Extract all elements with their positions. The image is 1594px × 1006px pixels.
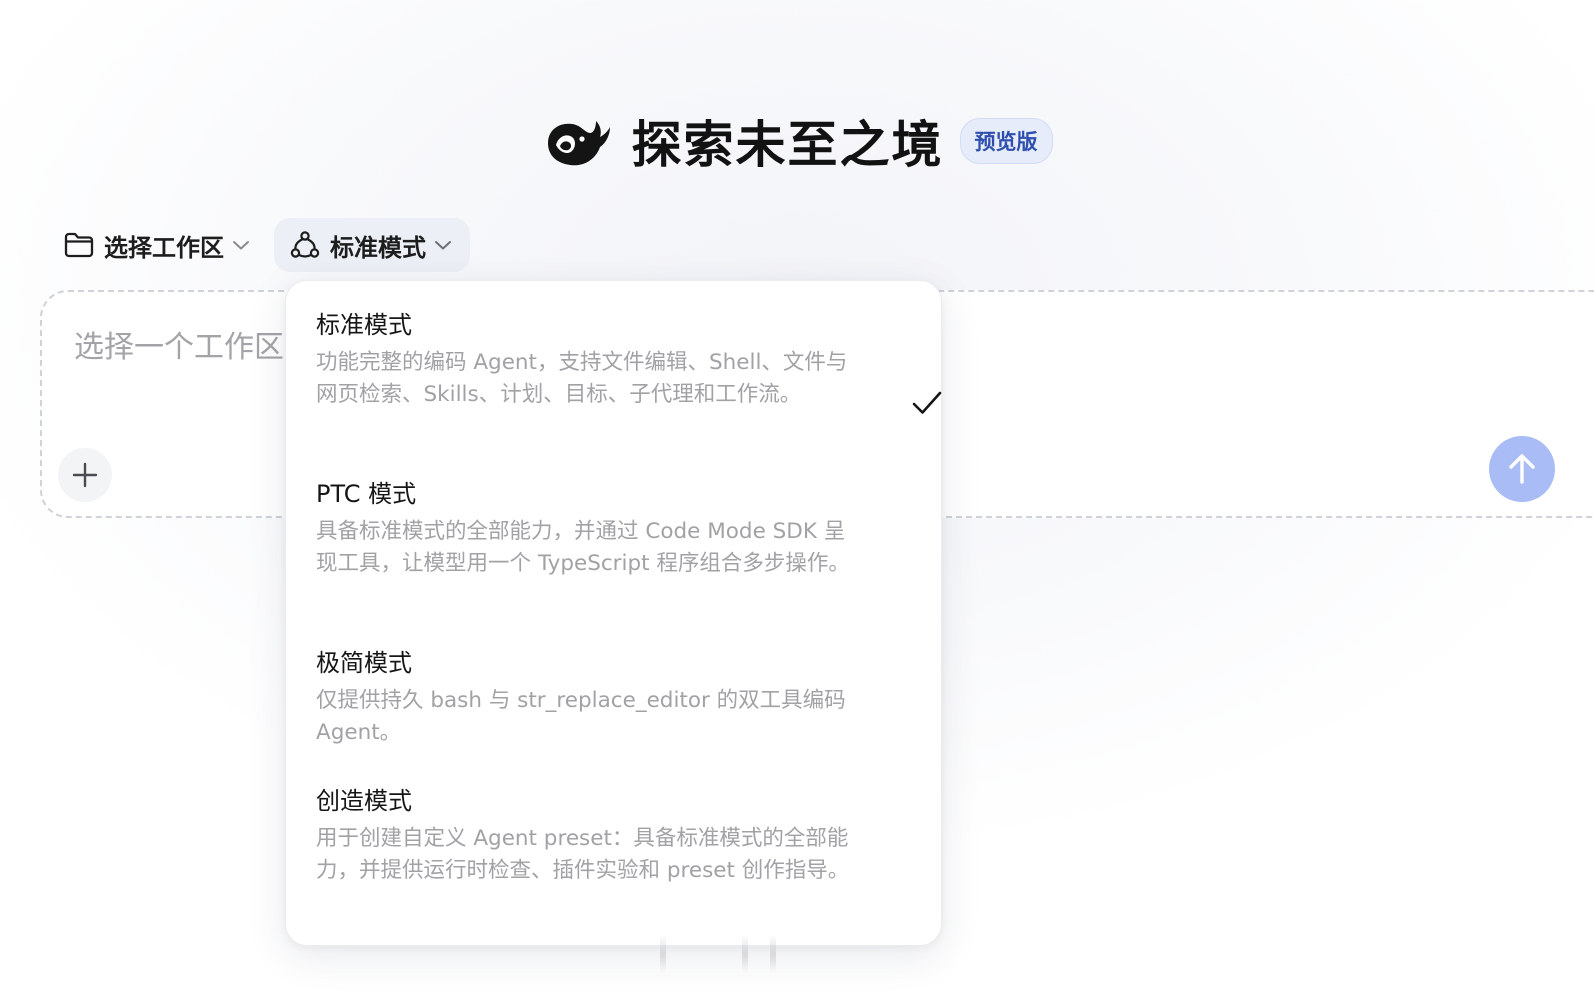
mode-option-description: 功能完整的编码 Agent，支持文件编辑、Shell、文件与网页检索、Skill… [316,350,848,407]
whale-logo-icon [547,121,610,166]
add-attachment-button[interactable] [58,448,112,502]
page-title: 探索未至之境 [631,116,944,174]
mode-select-label: 标准模式 [330,233,426,262]
mode-option-description: 用于创建自定义 Agent preset：具备标准模式的全部能力，并提供运行时检… [316,826,850,883]
header: 探索未至之境 预览版 [0,106,1594,176]
mode-option-standard[interactable]: 标准模式 功能完整的编码 Agent，支持文件编辑、Shell、文件与网页检索、… [316,309,942,414]
background-artifact [660,935,666,973]
chevron-down-icon [435,241,451,250]
send-button[interactable] [1489,436,1555,502]
workspace-select-label: 选择工作区 [104,233,224,262]
mode-dropdown-menu: 标准模式 功能完整的编码 Agent，支持文件编辑、Shell、文件与网页检索、… [285,280,942,946]
toolbar: 选择工作区 标准模式 [62,218,470,272]
background-artifact [770,935,776,973]
preview-badge: 预览版 [959,118,1053,164]
plus-icon [72,462,98,488]
nodes-icon [290,231,320,258]
mode-option-ptc[interactable]: PTC 模式 具备标准模式的全部能力，并通过 Code Mode SDK 呈现工… [316,478,916,579]
mode-option-title: PTC 模式 [316,480,417,508]
arrow-up-icon [1509,454,1535,484]
mode-option-title: 极简模式 [316,649,412,677]
mode-option-title: 创造模式 [316,787,412,815]
mode-option-title: 标准模式 [316,311,412,339]
mode-option-creative[interactable]: 创造模式 用于创建自定义 Agent preset：具备标准模式的全部能力，并提… [316,785,916,886]
background-artifact [742,935,748,973]
mode-select-button[interactable]: 标准模式 [274,218,470,272]
mode-option-description: 具备标准模式的全部能力，并通过 Code Mode SDK 呈现工具，让模型用一… [316,519,850,576]
folder-icon [64,232,94,258]
chevron-down-icon [233,241,249,250]
workspace-select-button[interactable]: 选择工作区 [62,218,254,272]
prompt-placeholder: 选择一个工作区 [74,330,284,365]
check-icon [912,391,942,414]
mode-option-description: 仅提供持久 bash 与 str_replace_editor 的双工具编码 A… [316,688,846,745]
mode-option-minimal[interactable]: 极简模式 仅提供持久 bash 与 str_replace_editor 的双工… [316,647,916,748]
